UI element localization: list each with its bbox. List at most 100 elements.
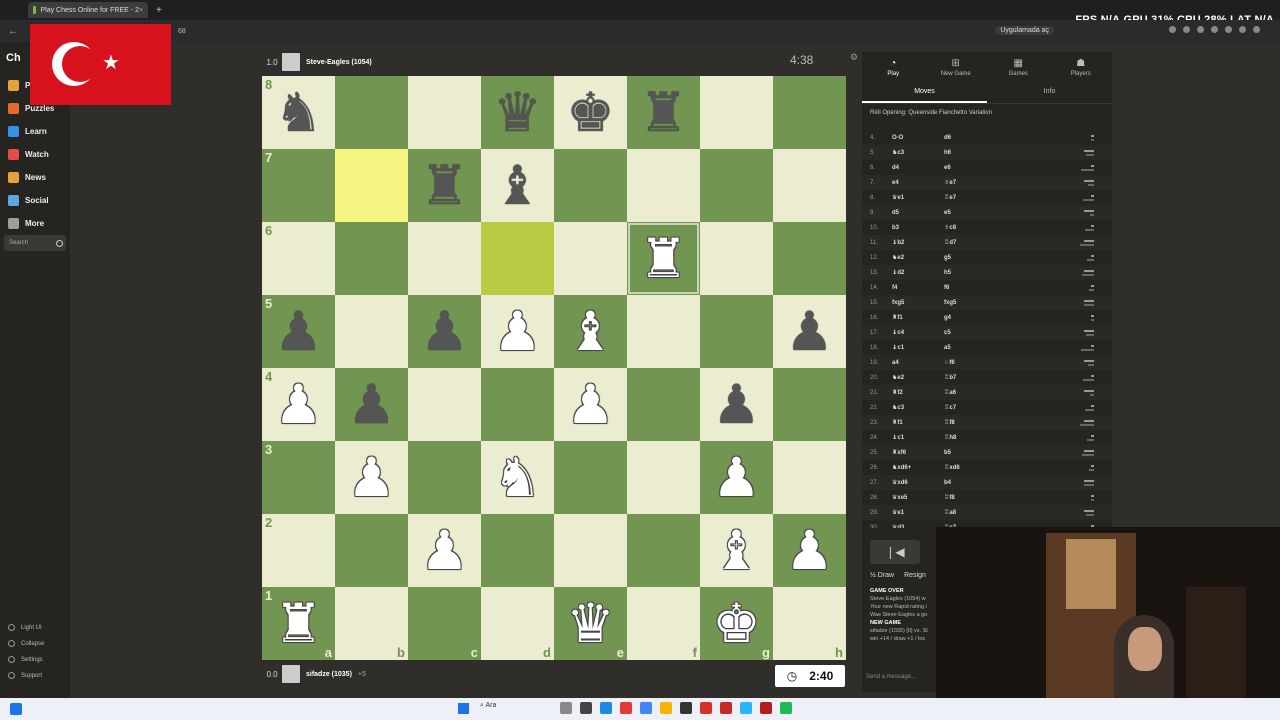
black-knight-icon[interactable]: ♞ — [274, 86, 322, 140]
square-f7[interactable] — [627, 149, 700, 222]
white-move[interactable]: ♝c1 — [892, 344, 944, 351]
square-g1[interactable]: g ♚ — [700, 587, 773, 660]
square-f6[interactable]: ♜ — [627, 222, 700, 295]
white-move[interactable]: ♝c1 — [892, 434, 944, 441]
square-a8[interactable]: 8 ♞ — [262, 76, 335, 149]
black-move[interactable]: ♖c7 — [944, 404, 1074, 411]
square-c2[interactable]: ♟ — [408, 514, 481, 587]
square-d7[interactable]: ♝ — [481, 149, 554, 222]
white-knight-icon[interactable]: ♞ — [493, 451, 541, 505]
square-b4[interactable]: ♟ — [335, 368, 408, 441]
open-in-app-button[interactable]: Uygulamada aç — [995, 26, 1054, 35]
square-g6[interactable] — [700, 222, 773, 295]
sidebar-item-7[interactable]: More — [0, 218, 70, 229]
bookmark-icon[interactable] — [1169, 26, 1176, 33]
black-move[interactable]: ♗e7 — [944, 179, 1074, 186]
tab-close-icon[interactable]: × — [139, 7, 143, 14]
white-move[interactable]: ♜f1 — [892, 314, 944, 321]
white-bishop-icon[interactable]: ♝ — [712, 524, 760, 578]
white-pawn-icon[interactable]: ♟ — [493, 305, 541, 359]
app-icon[interactable] — [560, 702, 572, 714]
white-move[interactable]: ♛xe5 — [892, 494, 944, 501]
app-icon[interactable] — [660, 702, 672, 714]
square-b2[interactable] — [335, 514, 408, 587]
black-move[interactable]: d6 — [944, 135, 1074, 141]
search-input[interactable]: Search — [4, 235, 66, 251]
back-arrow-icon[interactable]: ← — [8, 26, 18, 37]
black-move[interactable]: ♖f8 — [944, 494, 1074, 501]
square-h7[interactable] — [773, 149, 846, 222]
sidebar-bottom-item[interactable]: Light UI — [0, 624, 42, 631]
sidebar-item-4[interactable]: Watch — [0, 149, 70, 160]
tab-games[interactable]: ▦ Games — [987, 52, 1050, 82]
black-rook-icon[interactable]: ♜ — [420, 159, 468, 213]
square-a6[interactable]: 6 — [262, 222, 335, 295]
white-move[interactable]: ♞e2 — [892, 374, 944, 381]
square-d3[interactable]: ♞ — [481, 441, 554, 514]
white-bishop-icon[interactable]: ♝ — [566, 305, 614, 359]
white-move[interactable]: O-O — [892, 135, 944, 141]
white-move[interactable]: ♝c4 — [892, 329, 944, 336]
black-move[interactable]: e5 — [944, 210, 1074, 216]
black-move[interactable]: ♖e7 — [944, 194, 1074, 201]
square-g5[interactable] — [700, 295, 773, 368]
tab-players[interactable]: ☗ Players — [1050, 52, 1113, 82]
white-pawn-icon[interactable]: ♟ — [347, 451, 395, 505]
app-icon[interactable] — [720, 702, 732, 714]
black-move[interactable]: fxg5 — [944, 300, 1074, 306]
browser-tab[interactable]: Play Chess Online for FREE - 2 × — [28, 2, 148, 18]
square-f4[interactable] — [627, 368, 700, 441]
square-d8[interactable]: ♛ — [481, 76, 554, 149]
square-f8[interactable]: ♜ — [627, 76, 700, 149]
black-move[interactable]: c5 — [944, 330, 1074, 336]
square-e3[interactable] — [554, 441, 627, 514]
black-move[interactable]: a5 — [944, 345, 1074, 351]
white-move[interactable]: e4 — [892, 180, 944, 186]
black-move[interactable]: f6 — [944, 285, 1074, 291]
square-g4[interactable]: ♟ — [700, 368, 773, 441]
chess-logo[interactable]: Ch — [6, 52, 21, 64]
black-move[interactable]: ♖b7 — [944, 374, 1074, 381]
white-move[interactable]: d4 — [892, 165, 944, 171]
white-rook-icon[interactable]: ♜ — [639, 232, 687, 286]
white-move[interactable]: ♞c3 — [892, 404, 944, 411]
square-g2[interactable]: ♝ — [700, 514, 773, 587]
white-move[interactable]: ♜xf6 — [892, 449, 944, 456]
square-c6[interactable] — [408, 222, 481, 295]
white-queen-icon[interactable]: ♛ — [566, 597, 614, 651]
resign-button[interactable]: Resign — [904, 572, 926, 579]
square-e2[interactable] — [554, 514, 627, 587]
sidebar-bottom-item[interactable]: Settings — [0, 656, 43, 663]
square-a3[interactable]: 3 — [262, 441, 335, 514]
white-move[interactable]: a4 — [892, 360, 944, 366]
spotify-icon[interactable] — [780, 702, 792, 714]
black-move[interactable]: b4 — [944, 480, 1074, 486]
square-h8[interactable] — [773, 76, 846, 149]
square-b5[interactable] — [335, 295, 408, 368]
square-h2[interactable]: ♟ — [773, 514, 846, 587]
white-move[interactable]: ♝d2 — [892, 269, 944, 276]
app-icon[interactable] — [760, 702, 772, 714]
extension-icon[interactable] — [1211, 26, 1218, 33]
square-c7[interactable]: ♜ — [408, 149, 481, 222]
white-move[interactable]: ♝b2 — [892, 239, 944, 246]
avatar[interactable] — [282, 53, 300, 71]
square-a4[interactable]: 4 ♟ — [262, 368, 335, 441]
white-move[interactable]: ♞xd6+ — [892, 464, 944, 471]
chess-board[interactable]: 8 ♞ ♛ ♚ ♜ 7 ♜ ♝ 6 ♜ 5 ♟ ♟ ♟ ♝ ♟ 4 ♟ ♟ ♟ ♟ 3 ♟ ♞ ♟ 2 ♟ ♝ ♟ 1 a ♜ b c d e ♛ f g ♚… — [262, 76, 846, 660]
black-move[interactable]: ♖f8 — [944, 419, 1074, 426]
square-e5[interactable]: ♝ — [554, 295, 627, 368]
square-c5[interactable]: ♟ — [408, 295, 481, 368]
square-a1[interactable]: 1 a ♜ — [262, 587, 335, 660]
square-g3[interactable]: ♟ — [700, 441, 773, 514]
white-pawn-icon[interactable]: ♟ — [566, 378, 614, 432]
sidebar-item-5[interactable]: News — [0, 172, 70, 183]
black-rook-icon[interactable]: ♜ — [639, 86, 687, 140]
chat-input[interactable]: Send a message... — [866, 674, 916, 680]
black-pawn-icon[interactable]: ♟ — [347, 378, 395, 432]
square-h6[interactable] — [773, 222, 846, 295]
square-e8[interactable]: ♚ — [554, 76, 627, 149]
black-move[interactable]: ♗c8 — [944, 224, 1074, 231]
windows-start-icon[interactable] — [458, 703, 469, 714]
square-a5[interactable]: 5 ♟ — [262, 295, 335, 368]
